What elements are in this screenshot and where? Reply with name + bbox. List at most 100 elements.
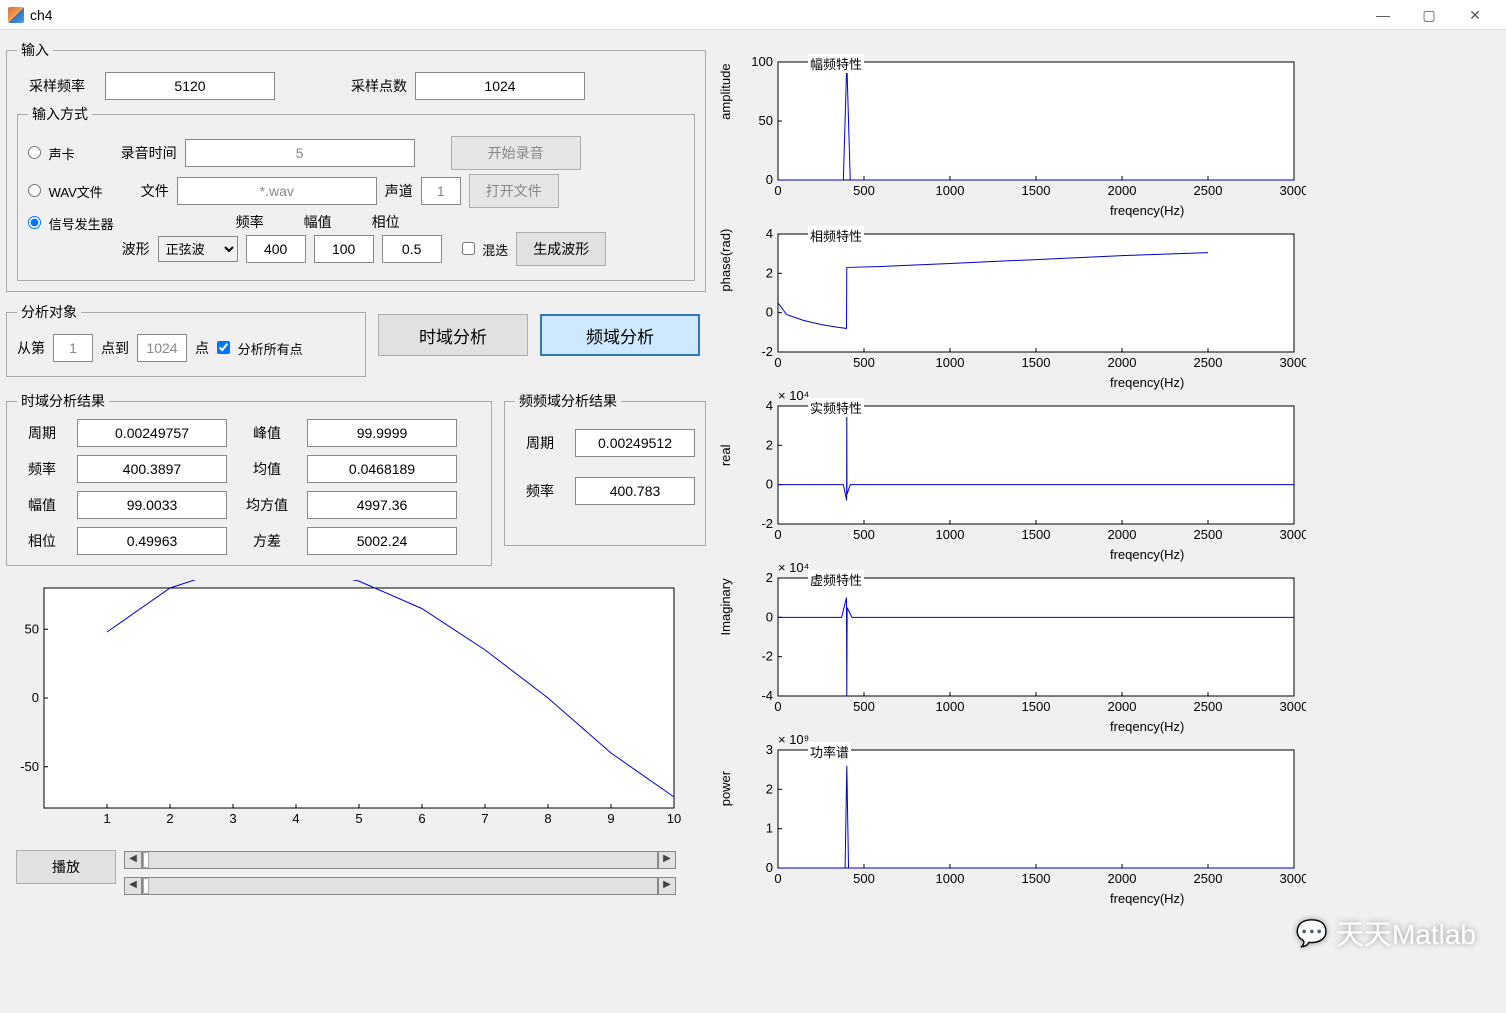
svg-text:500: 500	[853, 699, 875, 714]
svg-text:1000: 1000	[936, 527, 965, 542]
sample-rate-label: 采样频率	[17, 76, 97, 96]
amp-input[interactable]	[314, 235, 374, 263]
freq-plot-3: 050010001500200025003000-2024实频特性× 10⁴re…	[716, 388, 1500, 558]
svg-text:2000: 2000	[1108, 183, 1137, 198]
svg-text:2500: 2500	[1194, 871, 1223, 886]
freq-plot-2: 050010001500200025003000-2024相频特性phase(r…	[716, 216, 1500, 386]
svg-text:0: 0	[766, 305, 773, 320]
svg-text:2000: 2000	[1108, 355, 1137, 370]
svg-text:5: 5	[355, 811, 362, 826]
close-button[interactable]: ✕	[1452, 0, 1498, 30]
svg-text:0: 0	[766, 609, 773, 624]
wave-select[interactable]: 正弦波	[158, 236, 238, 262]
freq-plot-5: 0500100015002000250030000123功率谱× 10⁹powe…	[716, 732, 1500, 902]
svg-text:4: 4	[292, 811, 299, 826]
svg-text:1: 1	[766, 821, 773, 836]
sample-rate-input[interactable]	[105, 72, 275, 100]
peak-value	[307, 419, 457, 447]
phase-value	[77, 527, 227, 555]
sample-points-input[interactable]	[415, 72, 585, 100]
generate-button[interactable]: 生成波形	[516, 232, 606, 266]
freq-plot-1: 050010001500200025003000050100幅频特性amplit…	[716, 44, 1500, 214]
maximize-button[interactable]: ▢	[1406, 0, 1452, 30]
svg-text:500: 500	[853, 871, 875, 886]
msq-value	[307, 491, 457, 519]
play-button[interactable]: 播放	[16, 850, 116, 884]
time-results-panel: 时域分析结果 周期 峰值 频率 均值 幅值 均方值 相位 方差	[6, 391, 492, 566]
freq-freq-value	[575, 477, 695, 505]
from-input[interactable]	[53, 334, 93, 362]
svg-text:7: 7	[481, 811, 488, 826]
sample-points-label: 采样点数	[351, 76, 407, 96]
scrollbar-1[interactable]: ◀▶	[124, 850, 676, 870]
svg-text:2500: 2500	[1194, 699, 1223, 714]
freq-label: 频率	[220, 212, 280, 232]
analysis-target-legend: 分析对象	[17, 302, 81, 322]
to-input[interactable]	[137, 334, 187, 362]
time-analysis-button[interactable]: 时域分析	[378, 314, 528, 356]
from-suffix: 点到	[101, 338, 129, 358]
svg-text:3: 3	[229, 811, 236, 826]
svg-text:0: 0	[774, 871, 781, 886]
svg-text:2500: 2500	[1194, 355, 1223, 370]
open-file-button[interactable]: 打开文件	[469, 174, 559, 208]
file-input[interactable]	[177, 177, 377, 205]
svg-text:2000: 2000	[1108, 699, 1137, 714]
titlebar: ch4 — ▢ ✕	[0, 0, 1506, 30]
svg-text:-2: -2	[761, 516, 773, 531]
amp-label: 幅值	[288, 212, 348, 232]
svg-text:1: 1	[103, 811, 110, 826]
freq-value	[77, 455, 227, 483]
svg-text:2500: 2500	[1194, 183, 1223, 198]
analysis-target-panel: 分析对象 从第 点到 点 分析所有点	[6, 302, 366, 377]
svg-text:-2: -2	[761, 344, 773, 359]
rec-time-input[interactable]	[185, 139, 415, 167]
svg-text:-2: -2	[761, 649, 773, 664]
svg-text:-4: -4	[761, 688, 773, 703]
soundcard-radio[interactable]: 声卡	[28, 144, 75, 163]
svg-text:1500: 1500	[1022, 699, 1051, 714]
file-label: 文件	[141, 181, 169, 201]
svg-text:50: 50	[759, 113, 773, 128]
svg-text:1000: 1000	[936, 183, 965, 198]
scrollbar-2[interactable]: ◀▶	[124, 876, 676, 896]
minimize-button[interactable]: —	[1360, 0, 1406, 30]
svg-text:2500: 2500	[1194, 527, 1223, 542]
generator-radio[interactable]: 信号发生器	[28, 214, 114, 233]
freq-results-legend: 频频域分析结果	[515, 391, 621, 411]
start-record-button[interactable]: 开始录音	[451, 136, 581, 170]
channel-input[interactable]	[421, 177, 461, 205]
input-method-panel: 输入方式 声卡 录音时间 开始录音 WAV文件 文件 声道 打开文	[17, 104, 695, 281]
svg-text:0: 0	[774, 355, 781, 370]
phase-input[interactable]	[382, 235, 442, 263]
analyze-all-checkbox[interactable]: 分析所有点	[217, 339, 303, 358]
mix-checkbox[interactable]: 混迭	[462, 240, 509, 259]
freq-results-panel: 频频域分析结果 周期 频率	[504, 391, 706, 546]
svg-text:3000: 3000	[1280, 871, 1306, 886]
freq-analysis-button[interactable]: 频域分析	[540, 314, 700, 356]
wav-radio[interactable]: WAV文件	[28, 182, 103, 201]
svg-text:2: 2	[766, 265, 773, 280]
svg-text:2: 2	[766, 570, 773, 585]
svg-text:8: 8	[544, 811, 551, 826]
svg-text:1000: 1000	[936, 699, 965, 714]
svg-text:3000: 3000	[1280, 355, 1306, 370]
period-value	[77, 419, 227, 447]
input-method-legend: 输入方式	[28, 104, 92, 124]
wave-label: 波形	[122, 239, 150, 259]
freq-plot-4: 050010001500200025003000-4-202虚频特性× 10⁴I…	[716, 560, 1500, 730]
freq-period-value	[575, 429, 695, 457]
svg-text:2: 2	[166, 811, 173, 826]
from-prefix: 从第	[17, 338, 45, 358]
rec-time-label: 录音时间	[121, 143, 177, 163]
app-icon	[8, 7, 24, 23]
svg-text:500: 500	[853, 183, 875, 198]
svg-text:1500: 1500	[1022, 871, 1051, 886]
phase-label: 相位	[356, 212, 416, 232]
freq-input[interactable]	[246, 235, 306, 263]
svg-text:2000: 2000	[1108, 871, 1137, 886]
svg-text:0: 0	[766, 860, 773, 875]
svg-text:0: 0	[32, 690, 39, 705]
svg-text:9: 9	[607, 811, 614, 826]
svg-text:-50: -50	[20, 759, 39, 774]
